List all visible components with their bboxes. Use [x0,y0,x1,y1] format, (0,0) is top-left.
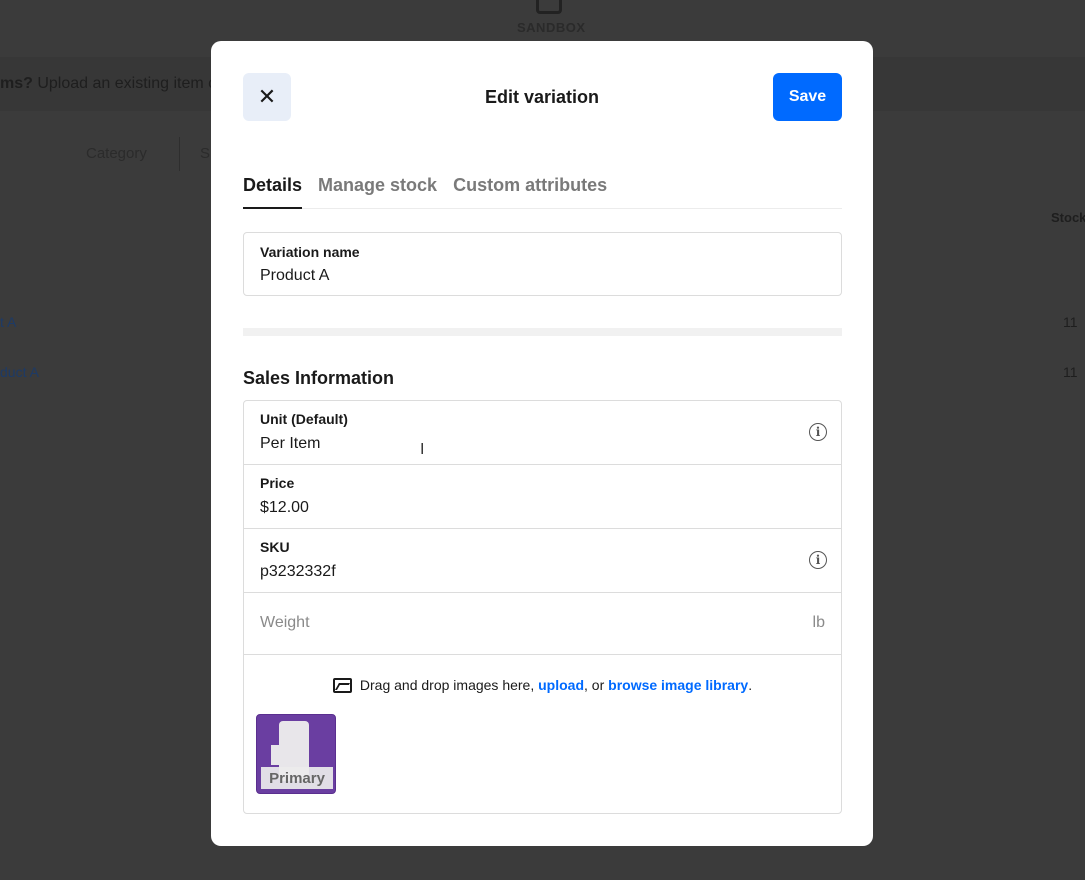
sku-input[interactable]: p3232332f [260,563,336,581]
price-field[interactable]: Price $12.00 [244,465,841,529]
weight-unit-label: lb [812,614,825,631]
variation-name-label: Variation name [260,244,360,260]
image-icon [332,678,352,693]
save-button[interactable]: Save [773,73,842,121]
variation-name-field[interactable]: Variation name Product A [243,232,842,296]
variation-name-input[interactable]: Product A [260,267,329,285]
banner-text: ms? Upload an existing item c [0,75,217,92]
brand-logo-icon [536,0,562,14]
table-row-name[interactable]: t A [0,314,16,330]
info-icon[interactable]: i [809,423,827,441]
browse-image-library-link[interactable]: browse image library [608,677,748,693]
image-thumbnail[interactable]: Primary [256,714,336,794]
category-filter-label: Category [86,145,147,162]
info-icon[interactable]: i [809,551,827,569]
price-label: Price [260,475,295,491]
table-row-stock: 11 [1063,314,1078,330]
tab-manage-stock[interactable]: Manage stock [318,175,437,209]
unit-select[interactable]: Per Item [260,435,320,453]
sku-label: SKU [260,539,290,555]
unit-field[interactable]: Unit (Default) Per Item I i [244,401,841,465]
edit-variation-modal: ✕ Edit variation Save Details Manage sto… [211,41,873,846]
stock-column-header: Stock [1051,210,1085,225]
upload-link[interactable]: upload [538,677,584,693]
other-filter-label: S [200,145,211,162]
unit-label: Unit (Default) [260,411,348,427]
weight-input[interactable]: Weight [260,614,310,632]
sales-information-heading: Sales Information [243,368,395,388]
section-divider [243,328,842,336]
tab-custom-attributes[interactable]: Custom attributes [453,175,607,209]
image-dropzone[interactable]: Drag and drop images here, upload, or br… [244,677,841,693]
table-row-name[interactable]: duct A [0,364,39,380]
primary-badge: Primary [261,767,333,789]
sku-field[interactable]: SKU p3232332f i [244,529,841,593]
sales-information-group: Unit (Default) Per Item I i Price $12.00… [243,400,842,814]
weight-field[interactable]: Weight lb [244,593,841,655]
tab-bar: Details Manage stock Custom attributes [243,175,842,209]
sandbox-label: SANDBOX [517,20,586,35]
text-cursor-icon: I [420,441,425,458]
price-input[interactable]: $12.00 [260,499,309,517]
tab-details[interactable]: Details [243,175,303,209]
table-row-stock: 11 [1063,364,1078,380]
